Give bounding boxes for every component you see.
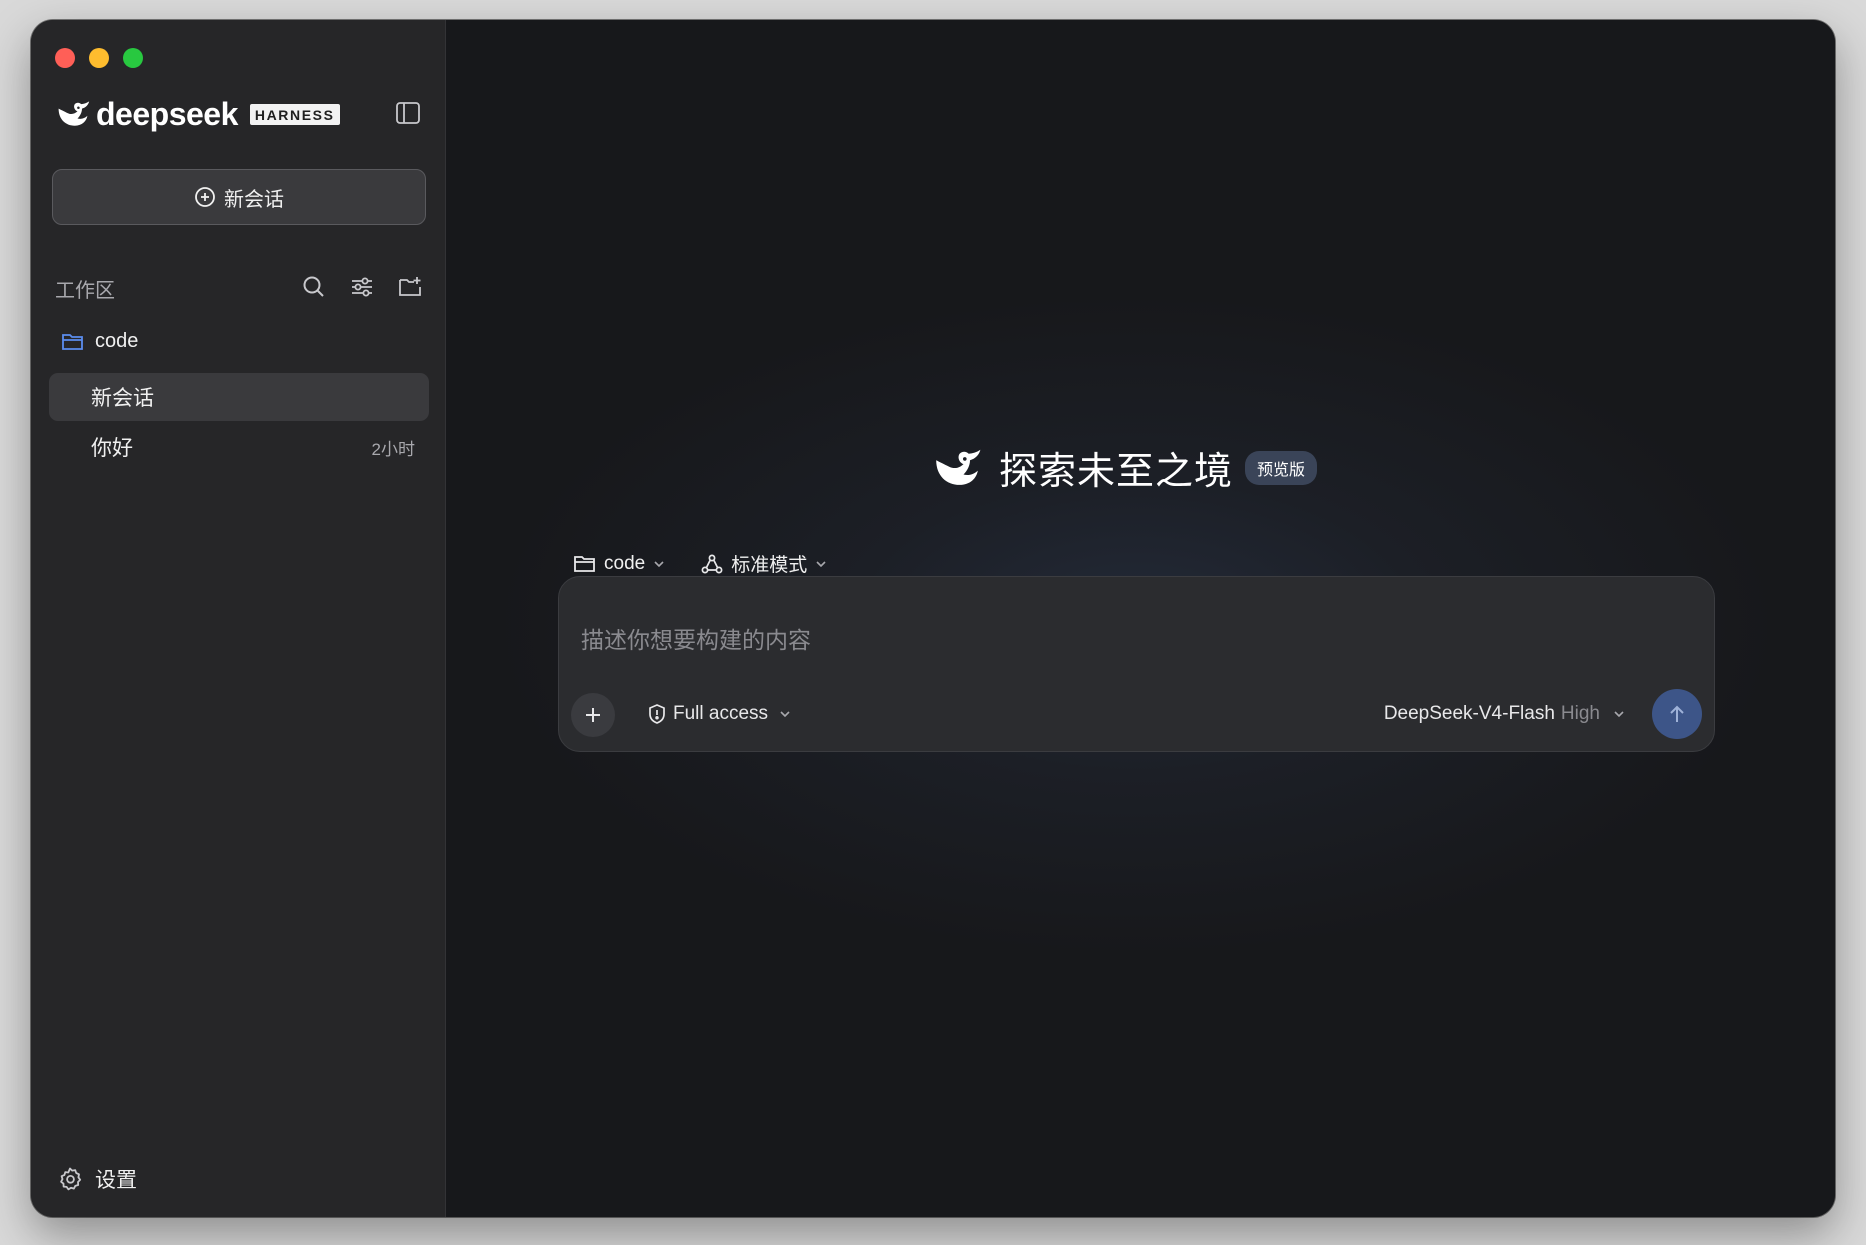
sidebar: deepseek HARNESS 新会话 工作区 code 新会话 你好 2小时… bbox=[31, 20, 446, 1217]
chat-title: 新会话 bbox=[91, 387, 154, 410]
deepseek-whale-icon bbox=[58, 101, 90, 126]
folder-selector-label: code bbox=[604, 552, 646, 574]
chat-time: 2小时 bbox=[371, 439, 415, 459]
access-selector[interactable]: Full access bbox=[647, 703, 792, 725]
minimize-window-button[interactable] bbox=[89, 48, 109, 68]
model-level: High bbox=[1560, 703, 1600, 724]
new-chat-button[interactable]: 新会话 bbox=[52, 169, 426, 225]
brand-wordmark: deepseek bbox=[96, 96, 238, 132]
plus-icon bbox=[586, 708, 600, 722]
attach-button[interactable] bbox=[571, 693, 615, 737]
model-selector[interactable]: DeepSeek-V4-Flash High bbox=[1384, 703, 1626, 725]
hero-slogan: 探索未至之境 bbox=[999, 451, 1234, 493]
search-icon[interactable] bbox=[301, 274, 327, 300]
brand-logo: deepseek HARNESS bbox=[55, 98, 340, 130]
chevron-down-icon bbox=[654, 560, 664, 567]
filter-icon[interactable] bbox=[349, 274, 375, 300]
folder-selector[interactable]: code bbox=[573, 553, 666, 575]
workspace-folder[interactable]: code bbox=[61, 330, 138, 353]
workspace-title: 工作区 bbox=[55, 280, 115, 302]
mode-icon bbox=[701, 554, 723, 573]
chat-item-hello[interactable]: 你好 2小时 bbox=[49, 423, 429, 471]
preview-badge: 预览版 bbox=[1245, 450, 1318, 485]
app-window: deepseek HARNESS 新会话 工作区 code 新会话 你好 2小时… bbox=[31, 20, 1835, 1217]
chevron-down-icon bbox=[780, 711, 790, 718]
window-controls bbox=[55, 48, 143, 68]
prompt-composer: 描述你想要构建的内容 Full access DeepSeek-V4-Flash bbox=[558, 576, 1715, 752]
chat-item-new[interactable]: 新会话 bbox=[49, 373, 429, 421]
chat-title: 你好 bbox=[91, 437, 133, 460]
chevron-down-icon bbox=[1614, 711, 1624, 718]
plus-circle-icon bbox=[195, 187, 215, 207]
settings-label: 设置 bbox=[95, 1169, 137, 1192]
access-label: Full access bbox=[673, 703, 769, 724]
new-folder-icon[interactable] bbox=[397, 274, 423, 300]
close-window-button[interactable] bbox=[55, 48, 75, 68]
shield-icon bbox=[649, 704, 665, 724]
prompt-input[interactable]: 描述你想要构建的内容 bbox=[581, 621, 811, 655]
context-selectors: code 标准模式 bbox=[573, 550, 828, 577]
mode-selector-label: 标准模式 bbox=[731, 555, 808, 576]
hero-header: 探索未至之境 预览版 bbox=[931, 440, 1318, 495]
sidebar-toggle-icon[interactable] bbox=[395, 100, 421, 126]
brand-badge: HARNESS bbox=[249, 103, 340, 125]
send-button[interactable] bbox=[1652, 689, 1702, 739]
workspace-tools bbox=[301, 274, 423, 300]
deepseek-whale-icon bbox=[936, 449, 981, 485]
gear-icon bbox=[60, 1167, 82, 1191]
mode-selector[interactable]: 标准模式 bbox=[700, 550, 828, 577]
main-area: 探索未至之境 预览版 code 标准模式 描述你想要构建的内容 Full acc… bbox=[446, 20, 1835, 1217]
maximize-window-button[interactable] bbox=[123, 48, 143, 68]
folder-name: code bbox=[95, 330, 139, 352]
folder-icon bbox=[574, 555, 595, 572]
chevron-down-icon bbox=[816, 560, 826, 567]
settings-button[interactable]: 设置 bbox=[57, 1164, 137, 1194]
folder-icon bbox=[62, 333, 83, 350]
new-chat-label: 新会话 bbox=[224, 188, 284, 211]
model-name: DeepSeek-V4-Flash bbox=[1383, 703, 1555, 724]
arrow-up-icon bbox=[1670, 705, 1684, 722]
